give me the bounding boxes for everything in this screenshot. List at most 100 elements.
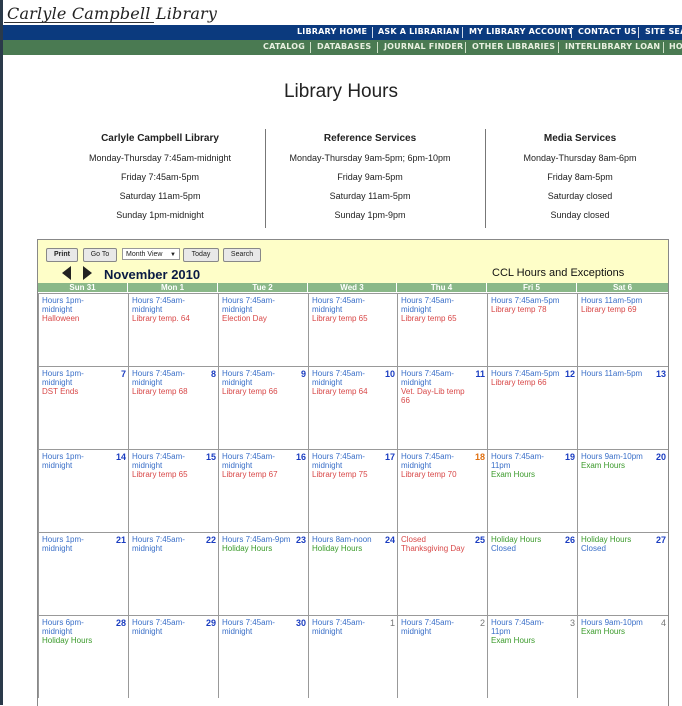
library-logo[interactable]: Carlyle Campbell Library [7, 4, 217, 23]
search-button[interactable]: Search [223, 248, 261, 262]
calendar-day-cell[interactable]: 7 Hours 1pm-midnight DST Ends [38, 366, 128, 449]
calendar-day-cell[interactable]: 23 Hours 7:45am-9pm Holiday Hours [218, 532, 308, 615]
calendar-day-cell[interactable]: 3 Hours 7:45am-11pm Exam Hours [487, 615, 577, 698]
day-number[interactable]: 24 [385, 535, 395, 545]
calendar-day-cell[interactable]: 21 Hours 1pm-midnight [38, 532, 128, 615]
today-button[interactable]: Today [183, 248, 219, 262]
calendar-event[interactable]: Library temp 64 [312, 387, 383, 396]
calendar-event[interactable]: Hours 7:45am-11pm [491, 618, 563, 636]
calendar-day-cell[interactable]: 19 Hours 7:45am-11pm Exam Hours [487, 449, 577, 532]
calendar-event[interactable]: Hours 8am-noon [312, 535, 383, 544]
calendar-event[interactable]: Hours 1pm-midnight [42, 452, 114, 470]
calendar-day-cell[interactable]: 12 Hours 7:45am-5pm Library temp 66 [487, 366, 577, 449]
calendar-event[interactable]: Hours 9am-10pm [581, 618, 654, 627]
day-number[interactable]: 22 [206, 535, 216, 545]
calendar-day-cell[interactable]: 30 Hours 7:45am-midnight [218, 615, 308, 698]
day-number[interactable]: 1 [390, 618, 395, 628]
calendar-event[interactable]: Hours 7:45am-11pm [491, 452, 563, 470]
day-number[interactable]: 18 [475, 452, 485, 462]
calendar-event[interactable]: Hours 7:45am-midnight [312, 296, 383, 314]
calendar-day-cell[interactable]: 4 Hours 9am-10pm Exam Hours [577, 615, 668, 698]
calendar-day-cell[interactable]: Hours 7:45am-5pm Library temp 78 [487, 293, 577, 366]
day-number[interactable]: 30 [296, 618, 306, 628]
day-number[interactable]: 8 [211, 369, 216, 379]
day-number[interactable]: 21 [116, 535, 126, 545]
calendar-event[interactable]: Hours 7:45am-midnight [222, 369, 294, 387]
calendar-event[interactable]: Hours 7:45am-5pm [491, 369, 563, 378]
day-number[interactable]: 17 [385, 452, 395, 462]
calendar-event[interactable]: Hours 11am-5pm [581, 296, 654, 305]
calendar-event[interactable]: Library temp 65 [401, 314, 473, 323]
calendar-day-cell[interactable]: 15 Hours 7:45am-midnight Library temp 65 [128, 449, 218, 532]
day-number[interactable]: 25 [475, 535, 485, 545]
day-number[interactable]: 12 [565, 369, 575, 379]
calendar-day-cell[interactable]: 18 Hours 7:45am-midnight Library temp 70 [397, 449, 487, 532]
calendar-day-cell[interactable]: Hours 7:45am-midnight Library temp. 64 [128, 293, 218, 366]
calendar-day-cell[interactable]: 1 Hours 7:45am-midnight [308, 615, 397, 698]
nav-interlibrary-loan[interactable]: INTERLIBRARY LOAN [565, 42, 660, 51]
calendar-event[interactable]: Exam Hours [491, 636, 563, 645]
calendar-day-cell[interactable]: 27 Holiday Hours Closed [577, 532, 668, 615]
calendar-event[interactable]: Hours 6pm-midnight [42, 618, 114, 636]
day-number[interactable]: 29 [206, 618, 216, 628]
day-number[interactable]: 13 [656, 369, 666, 379]
calendar-event[interactable]: Hours 7:45am-midnight [132, 369, 204, 387]
calendar-event[interactable]: Thanksgiving Day [401, 544, 473, 553]
calendar-day-cell[interactable]: Hours 7:45am-midnight Library temp 65 [397, 293, 487, 366]
nav-ask-a-librarian[interactable]: ASK A LIBRARIAN [378, 27, 459, 36]
calendar-event[interactable]: Holiday Hours [42, 636, 114, 645]
prev-month-arrow-icon[interactable] [62, 266, 71, 280]
calendar-event[interactable]: Hours 7:45am-midnight [222, 618, 294, 636]
calendar-event[interactable]: Hours 1pm-midnight [42, 535, 114, 553]
calendar-day-cell[interactable]: 20 Hours 9am-10pm Exam Hours [577, 449, 668, 532]
calendar-event[interactable]: Library temp 70 [401, 470, 473, 479]
calendar-event[interactable]: Library temp 66 [491, 378, 563, 387]
calendar-event[interactable]: Hours 7:45am-5pm [491, 296, 563, 305]
calendar-event[interactable]: Exam Hours [491, 470, 563, 479]
calendar-event[interactable]: Hours 7:45am-midnight [222, 452, 294, 470]
calendar-event[interactable]: Library temp 78 [491, 305, 563, 314]
calendar-event[interactable]: Exam Hours [581, 461, 654, 470]
calendar-day-cell[interactable]: 14 Hours 1pm-midnight [38, 449, 128, 532]
day-number[interactable]: 27 [656, 535, 666, 545]
calendar-event[interactable]: Closed [491, 544, 563, 553]
day-number[interactable]: 23 [296, 535, 306, 545]
calendar-event[interactable]: Hours 7:45am-midnight [132, 535, 204, 553]
calendar-event[interactable]: Hours 7:45am-midnight [401, 369, 473, 387]
calendar-event[interactable]: Hours 7:45am-midnight [401, 452, 473, 470]
calendar-event[interactable]: Exam Hours [581, 627, 654, 636]
calendar-day-cell[interactable]: 17 Hours 7:45am-midnight Library temp 75 [308, 449, 397, 532]
calendar-event[interactable]: Hours 1pm-midnight [42, 369, 114, 387]
day-number[interactable]: 11 [475, 369, 485, 379]
calendar-event[interactable]: Hours 7:45am-9pm [222, 535, 294, 544]
goto-button[interactable]: Go To [83, 248, 117, 262]
day-number[interactable]: 15 [206, 452, 216, 462]
nav-databases[interactable]: DATABASES [317, 42, 371, 51]
calendar-event[interactable]: Hours 7:45am-midnight [312, 618, 383, 636]
calendar-event[interactable]: Library temp 66 [222, 387, 294, 396]
calendar-event[interactable]: Hours 7:45am-midnight [222, 296, 294, 314]
calendar-event[interactable]: Hours 7:45am-midnight [312, 452, 383, 470]
calendar-event[interactable]: Hours 7:45am-midnight [132, 618, 204, 636]
view-select[interactable]: Month View ▼ [122, 248, 180, 260]
nav-contact-us[interactable]: CONTACT US [578, 27, 637, 36]
nav-other-libraries[interactable]: OTHER LIBRARIES [472, 42, 555, 51]
calendar-event[interactable]: Vet. Day-Lib temp 66 [401, 387, 473, 405]
calendar-event[interactable]: Hours 7:45am-midnight [401, 296, 473, 314]
calendar-day-cell[interactable]: 9 Hours 7:45am-midnight Library temp 66 [218, 366, 308, 449]
next-month-arrow-icon[interactable] [83, 266, 92, 280]
calendar-day-cell[interactable]: 16 Hours 7:45am-midnight Library temp 67 [218, 449, 308, 532]
day-number[interactable]: 14 [116, 452, 126, 462]
calendar-event[interactable]: Hours 9am-10pm [581, 452, 654, 461]
day-number[interactable]: 7 [121, 369, 126, 379]
calendar-event[interactable]: Hours 11am-5pm [581, 369, 654, 378]
calendar-event[interactable]: Holiday Hours [491, 535, 563, 544]
day-number[interactable]: 9 [301, 369, 306, 379]
day-number[interactable]: 10 [385, 369, 395, 379]
calendar-day-cell[interactable]: Hours 1pm-midnight Halloween [38, 293, 128, 366]
nav-site-search[interactable]: SITE SEA [645, 27, 682, 36]
calendar-event[interactable]: Halloween [42, 314, 114, 323]
calendar-event[interactable]: Hours 1pm-midnight [42, 296, 114, 314]
print-button[interactable]: Print [46, 248, 78, 262]
nav-home[interactable]: HO [669, 42, 682, 51]
